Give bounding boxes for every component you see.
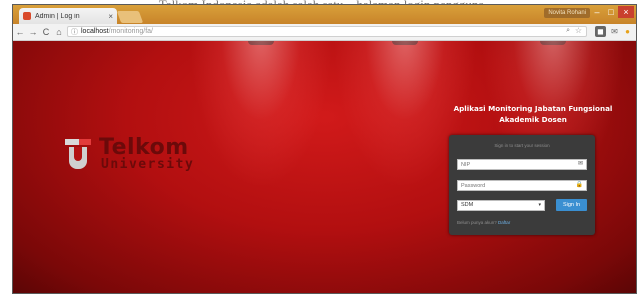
- forward-button[interactable]: →: [27, 27, 39, 37]
- telkom-university-logo: Telkom University: [65, 135, 205, 177]
- back-button[interactable]: ←: [14, 27, 26, 37]
- register-link[interactable]: Daftar: [498, 220, 510, 225]
- notification-icon[interactable]: ●: [622, 26, 633, 37]
- profile-badge[interactable]: Novita Rohani: [544, 8, 590, 18]
- home-button[interactable]: ⌂: [53, 27, 65, 37]
- tab-bar: Admin | Log in × Novita Rohani – □ ×: [13, 5, 636, 24]
- bookmark-star-icon[interactable]: ☆: [575, 26, 582, 35]
- minimize-button[interactable]: –: [590, 6, 604, 18]
- reload-button[interactable]: C: [40, 27, 52, 37]
- close-window-button[interactable]: ×: [618, 6, 634, 18]
- login-panel: Sign in to start your session ✉ 🔒 SDM ▾ …: [449, 135, 595, 235]
- favicon-icon: [23, 12, 31, 20]
- app-title-line1: Aplikasi Monitoring Jabatan Fungsional: [453, 104, 613, 113]
- app-title-line2: Akademik Dosen: [499, 115, 567, 124]
- chevron-down-icon: ▾: [538, 202, 541, 208]
- role-selected-value: SDM: [461, 202, 474, 208]
- register-text: Belum punya akun?: [457, 220, 497, 225]
- lock-icon: 🔒: [575, 182, 583, 188]
- url-host: localhost: [81, 28, 109, 35]
- password-input[interactable]: [458, 181, 571, 190]
- telkom-logo-icon: [65, 137, 91, 171]
- spotlight: [191, 41, 331, 185]
- browser-toolbar: ← → C ⌂ ⓘ localhost /monitoring/fa/ ⌕ ☆ …: [13, 24, 636, 41]
- logo-sub-text: University: [101, 157, 195, 172]
- register-prompt: Belum punya akun? Daftar: [457, 220, 510, 225]
- app-title: Aplikasi Monitoring Jabatan Fungsional A…: [449, 103, 617, 125]
- nip-field[interactable]: ✉: [457, 159, 587, 170]
- zoom-icon[interactable]: ⌕: [566, 27, 570, 35]
- address-bar[interactable]: ⓘ localhost /monitoring/fa/ ⌕ ☆: [67, 26, 587, 37]
- tab-title: Admin | Log in: [35, 12, 80, 20]
- maximize-button[interactable]: □: [604, 6, 618, 18]
- url-path: /monitoring/fa/: [108, 28, 153, 35]
- password-field[interactable]: 🔒: [457, 180, 587, 191]
- envelope-icon: ✉: [577, 161, 583, 167]
- browser-window: Admin | Log in × Novita Rohani – □ × ← →…: [12, 4, 637, 294]
- role-select[interactable]: SDM ▾: [457, 200, 545, 211]
- login-hint: Sign in to start your session: [494, 143, 550, 148]
- nip-input[interactable]: [458, 160, 571, 169]
- new-tab-button[interactable]: [116, 11, 144, 23]
- tab-close-icon[interactable]: ×: [108, 12, 113, 21]
- sign-in-button[interactable]: Sign In: [556, 199, 587, 211]
- login-page: Telkom University Aplikasi Monitoring Ja…: [13, 41, 636, 293]
- tab-admin-login[interactable]: Admin | Log in ×: [19, 8, 117, 24]
- site-info-icon[interactable]: ⓘ: [71, 27, 78, 37]
- mail-icon[interactable]: ✉: [609, 26, 620, 37]
- extension-icon[interactable]: ◼: [595, 26, 606, 37]
